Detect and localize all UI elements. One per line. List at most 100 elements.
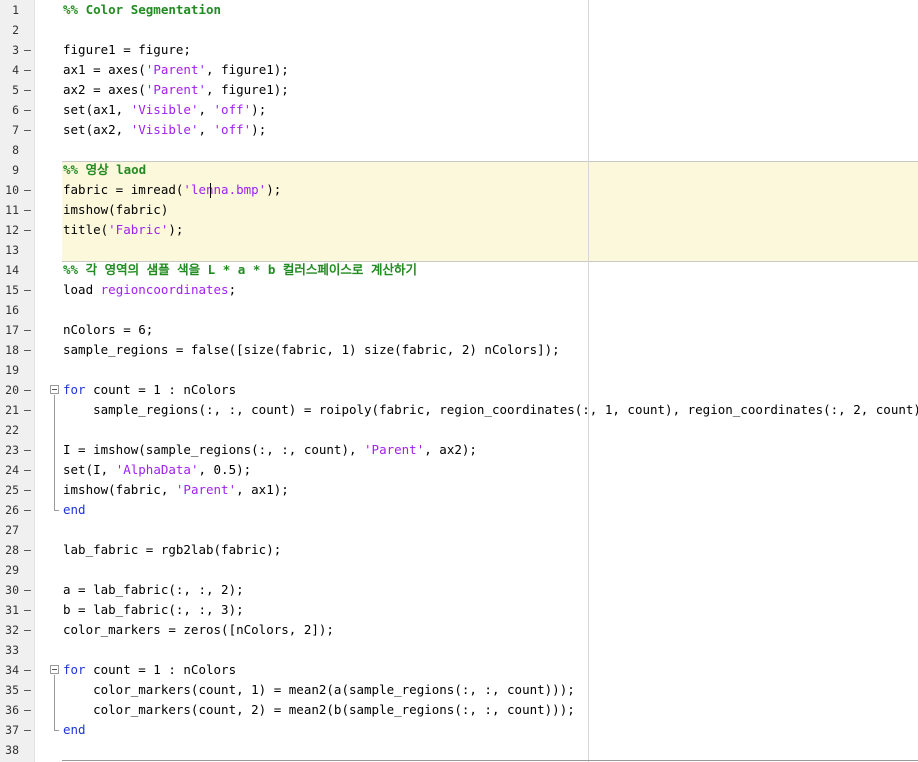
string-token: 'Parent' [364,442,425,457]
code-text[interactable]: title('Fabric'); [63,220,183,240]
breakpoint-marker[interactable]: – [24,320,31,340]
code-text[interactable]: imshow(fabric, 'Parent', ax1); [63,480,289,500]
line-number: 16 [5,303,19,317]
breakpoint-marker[interactable]: – [24,480,31,500]
code-line[interactable]: 5– ax2 = axes('Parent', figure1); [0,80,918,100]
code-line[interactable]: 23– I = imshow(sample_regions(:, :, count… [0,440,918,460]
code-text[interactable]: color_markers(count, 2) = mean2(b(sample… [63,700,575,720]
code-line[interactable]: 30– a = lab_fabric(:, :, 2); [0,580,918,600]
code-line[interactable]: 18– sample_regions = false([size(fabric, … [0,340,918,360]
breakpoint-marker[interactable]: – [24,400,31,420]
breakpoint-marker[interactable]: – [24,220,31,240]
code-line[interactable]: 2 [0,20,918,40]
breakpoint-marker[interactable]: – [24,180,31,200]
code-line[interactable]: 20– for count = 1 : nColors [0,380,918,400]
code-token: ); [266,182,282,197]
code-text[interactable]: end [63,500,86,520]
code-line[interactable]: 38 [0,740,918,760]
code-text[interactable]: set(ax1, 'Visible', 'off'); [63,100,266,120]
breakpoint-marker[interactable]: – [24,700,31,720]
code-token: ); [168,222,184,237]
breakpoint-marker[interactable]: – [24,680,31,700]
code-line[interactable]: 7– set(ax2, 'Visible', 'off'); [0,120,918,140]
code-line[interactable]: 37– end [0,720,918,740]
code-token: color_markers(count, 2) = mean2(b(sample… [63,702,575,717]
breakpoint-marker[interactable]: – [24,60,31,80]
breakpoint-marker[interactable]: – [24,380,31,400]
code-text[interactable]: end [63,720,86,740]
breakpoint-marker[interactable]: – [24,340,31,360]
code-line[interactable]: 27 [0,520,918,540]
code-text[interactable]: for count = 1 : nColors [63,380,236,400]
code-text[interactable]: set(I, 'AlphaData', 0.5); [63,460,251,480]
code-line[interactable]: 22 [0,420,918,440]
code-line[interactable]: 24– set(I, 'AlphaData', 0.5); [0,460,918,480]
string-token: 'AlphaData' [115,462,199,477]
code-text[interactable]: for count = 1 : nColors [63,660,236,680]
code-line[interactable]: 36– color_markers(count, 2) = mean2(b(sa… [0,700,918,720]
code-line[interactable]: 6– set(ax1, 'Visible', 'off'); [0,100,918,120]
code-line[interactable]: 15– load regioncoordinates; [0,280,918,300]
code-line[interactable]: 16 [0,300,918,320]
code-text[interactable]: %% Color Segmentation [63,0,221,20]
code-line[interactable]: 25– imshow(fabric, 'Parent', ax1); [0,480,918,500]
code-line[interactable]: 32– color_markers = zeros([nColors, 2]); [0,620,918,640]
code-line[interactable]: 11– imshow(fabric) [0,200,918,220]
code-line[interactable]: 31– b = lab_fabric(:, :, 3); [0,600,918,620]
code-text[interactable]: I = imshow(sample_regions(:, :, count), … [63,440,477,460]
code-text[interactable]: ax1 = axes('Parent', figure1); [63,60,289,80]
code-line[interactable]: 29 [0,560,918,580]
breakpoint-marker[interactable]: – [24,600,31,620]
code-line[interactable]: 1 %% Color Segmentation [0,0,918,20]
breakpoint-marker[interactable]: – [24,500,31,520]
code-text[interactable]: figure1 = figure; [63,40,191,60]
code-text[interactable]: set(ax2, 'Visible', 'off'); [63,120,266,140]
code-text[interactable]: sample_regions = false([size(fabric, 1) … [63,340,560,360]
code-line[interactable]: 12– title('Fabric'); [0,220,918,240]
breakpoint-marker[interactable]: – [24,460,31,480]
code-line[interactable]: 28– lab_fabric = rgb2lab(fabric); [0,540,918,560]
code-token: a = lab_fabric(:, :, 2); [63,582,244,597]
code-line[interactable]: 4– ax1 = axes('Parent', figure1); [0,60,918,80]
breakpoint-marker[interactable]: – [24,80,31,100]
code-line[interactable]: 9 %% 영상 laod [0,160,918,180]
code-line[interactable]: 26– end [0,500,918,520]
code-text[interactable]: a = lab_fabric(:, :, 2); [63,580,244,600]
code-text[interactable]: fabric = imread('lenna.bmp'); [63,180,281,200]
code-line[interactable]: 8 [0,140,918,160]
code-line[interactable]: 19 [0,360,918,380]
breakpoint-marker[interactable]: – [24,200,31,220]
code-text[interactable]: sample_regions(:, :, count) = roipoly(fa… [63,400,918,420]
code-line[interactable]: 35– color_markers(count, 1) = mean2(a(sa… [0,680,918,700]
code-text[interactable]: nColors = 6; [63,320,153,340]
breakpoint-marker[interactable]: – [24,280,31,300]
breakpoint-marker[interactable]: – [24,40,31,60]
code-text[interactable]: color_markers(count, 1) = mean2(a(sample… [63,680,575,700]
code-text[interactable]: color_markers = zeros([nColors, 2]); [63,620,334,640]
breakpoint-marker[interactable]: – [24,580,31,600]
code-line[interactable]: 17– nColors = 6; [0,320,918,340]
code-line[interactable]: 21– sample_regions(:, :, count) = roipol… [0,400,918,420]
breakpoint-marker[interactable]: – [24,100,31,120]
code-text[interactable]: load regioncoordinates; [63,280,236,300]
code-text[interactable]: imshow(fabric) [63,200,168,220]
code-text[interactable]: ax2 = axes('Parent', figure1); [63,80,289,100]
code-line[interactable]: 13 [0,240,918,260]
code-text[interactable]: b = lab_fabric(:, :, 3); [63,600,244,620]
breakpoint-marker[interactable]: – [24,120,31,140]
breakpoint-marker[interactable]: – [24,720,31,740]
code-editor[interactable]: 1%% Color Segmentation 2 3– figure1 = figur… [0,0,918,762]
breakpoint-marker[interactable]: – [24,440,31,460]
code-line[interactable]: 10– fabric = imread('lenna.bmp'); [0,180,918,200]
string-token: 'Visible' [130,122,199,137]
code-line[interactable]: 33 [0,640,918,660]
code-line[interactable]: 34– for count = 1 : nColors [0,660,918,680]
code-line[interactable]: 14 %% 각 영역의 샘플 색을 L * a * b 컬러스페이스로 계산하기 [0,260,918,280]
code-line[interactable]: 3– figure1 = figure; [0,40,918,60]
breakpoint-marker[interactable]: – [24,620,31,640]
breakpoint-marker[interactable]: – [24,660,31,680]
code-text[interactable]: %% 영상 laod [63,160,146,180]
code-text[interactable]: %% 각 영역의 샘플 색을 L * a * b 컬러스페이스로 계산하기 [63,260,417,280]
code-text[interactable]: lab_fabric = rgb2lab(fabric); [63,540,281,560]
breakpoint-marker[interactable]: – [24,540,31,560]
